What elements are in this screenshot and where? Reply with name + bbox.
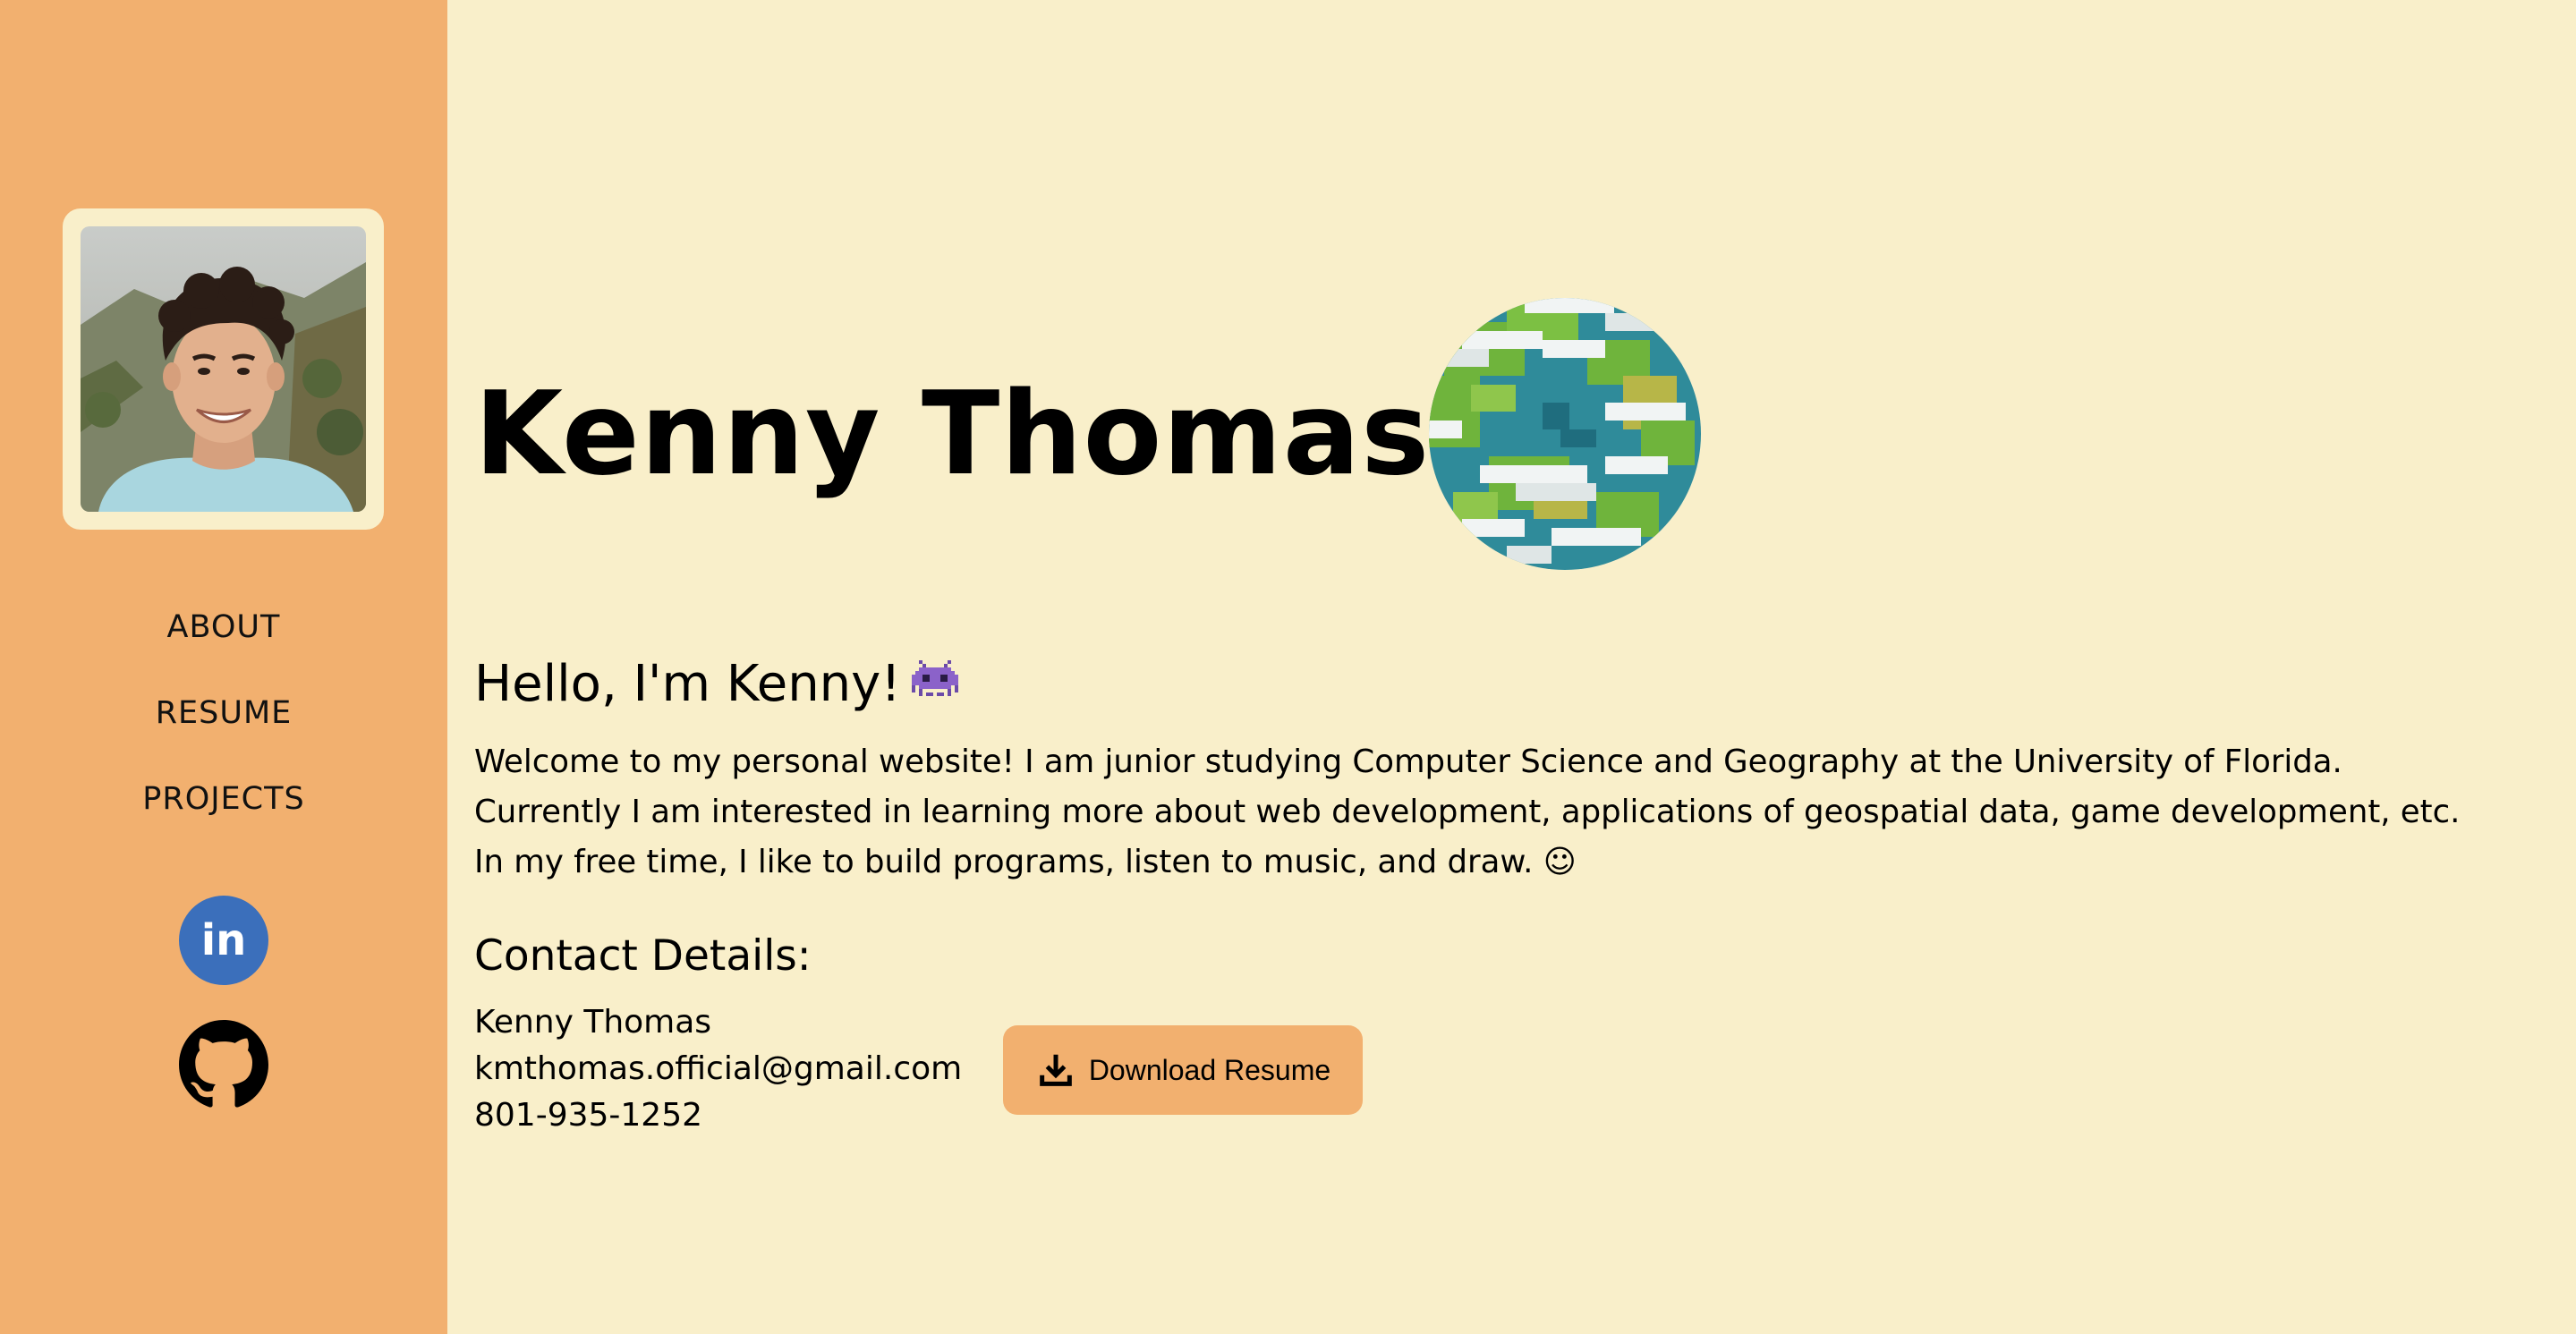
greeting-heading: Hello, I'm Kenny! xyxy=(474,649,958,723)
contact-name: Kenny Thomas xyxy=(474,1004,712,1041)
avatar-frame xyxy=(63,208,384,530)
alien-monster-icon xyxy=(911,651,958,723)
contact-phone[interactable]: 801-935-1252 xyxy=(474,1092,962,1139)
nav-item-about[interactable]: ABOUT xyxy=(0,598,447,684)
intro-paragraph: Welcome to my personal website! I am jun… xyxy=(474,737,2559,888)
download-icon xyxy=(1035,1049,1076,1091)
linkedin-link[interactable]: in xyxy=(179,896,268,985)
page: ABOUT RESUME PROJECTS in Kenny Thomas He… xyxy=(0,0,2576,1334)
sidebar: ABOUT RESUME PROJECTS in xyxy=(0,0,447,1334)
intro-line: In my free time, I like to build program… xyxy=(474,844,1577,880)
nav-item-projects[interactable]: PROJECTS xyxy=(0,769,447,855)
main-content: Kenny Thomas Hello, I'm Kenny! Welcome t… xyxy=(474,0,2576,1334)
pixel-earth-icon xyxy=(1429,298,1701,570)
github-link[interactable] xyxy=(179,1020,268,1109)
intro-line: Welcome to my personal website! I am jun… xyxy=(474,743,2342,780)
contact-email[interactable]: kmthomas.official@gmail.com xyxy=(474,1046,962,1092)
intro-line: Currently I am interested in learning mo… xyxy=(474,794,2461,830)
linkedin-icon: in xyxy=(179,896,268,985)
svg-text:in: in xyxy=(201,915,247,965)
download-resume-button[interactable]: Download Resume xyxy=(1003,1025,1363,1115)
sidebar-nav: ABOUT RESUME PROJECTS xyxy=(0,598,447,855)
nav-item-resume[interactable]: RESUME xyxy=(0,684,447,769)
download-resume-label: Download Resume xyxy=(1088,1053,1331,1086)
avatar xyxy=(81,226,366,512)
contact-heading: Contact Details: xyxy=(474,931,812,981)
page-title: Kenny Thomas xyxy=(474,368,1431,501)
greeting-text: Hello, I'm Kenny! xyxy=(474,655,901,713)
contact-details: Kenny Thomas kmthomas.official@gmail.com… xyxy=(474,999,962,1139)
github-icon xyxy=(179,1020,268,1108)
